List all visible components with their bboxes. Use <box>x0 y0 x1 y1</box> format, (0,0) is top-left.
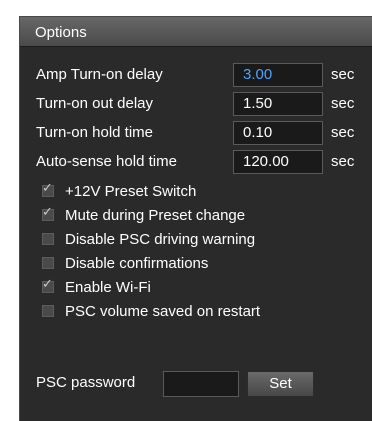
turn-on-out-delay-label: Turn-on out delay <box>36 95 154 112</box>
turn-on-out-delay-unit: sec <box>331 95 355 112</box>
checkbox-box[interactable] <box>42 257 54 269</box>
psc-password-input[interactable] <box>163 371 239 397</box>
checkbox-label: Disable confirmations <box>65 254 209 272</box>
checkbox-psc-volume-saved-on-restart[interactable]: PSC volume saved on restart <box>42 301 260 321</box>
checkmark-icon: ✓ <box>42 277 53 292</box>
checkbox-12v-preset-switch[interactable]: ✓ +12V Preset Switch <box>42 181 196 201</box>
amp-turn-on-delay-unit: sec <box>331 66 355 83</box>
checkbox-label: Mute during Preset change <box>65 206 246 224</box>
checkbox-label: +12V Preset Switch <box>65 182 197 200</box>
checkbox-label: Enable Wi-Fi <box>65 278 151 296</box>
checkbox-mute-during-preset-change[interactable]: ✓ Mute during Preset change <box>42 205 245 225</box>
checkmark-icon: ✓ <box>42 181 53 196</box>
checkmark-icon: ✓ <box>42 205 53 220</box>
auto-sense-hold-time-label: Auto-sense hold time <box>36 153 177 170</box>
turn-on-hold-time-label: Turn-on hold time <box>36 124 153 141</box>
checkbox-enable-wifi[interactable]: ✓ Enable Wi-Fi <box>42 277 151 297</box>
checkbox-box[interactable]: ✓ <box>42 277 54 293</box>
psc-password-label: PSC password <box>36 374 136 391</box>
checkbox-label: Disable PSC driving warning <box>65 230 256 248</box>
set-password-button[interactable]: Set <box>247 371 314 397</box>
amp-turn-on-delay-label: Amp Turn-on delay <box>36 66 163 83</box>
turn-on-hold-time-unit: sec <box>331 124 355 141</box>
turn-on-out-delay-input[interactable]: 1.50 <box>233 92 323 116</box>
checkbox-box[interactable]: ✓ <box>42 181 54 197</box>
turn-on-hold-time-input[interactable]: 0.10 <box>233 121 323 145</box>
checkbox-box[interactable] <box>42 233 54 245</box>
checkbox-disable-psc-driving-warning[interactable]: Disable PSC driving warning <box>42 229 255 249</box>
panel-header: Options <box>20 17 372 47</box>
panel-title: Options <box>35 24 87 41</box>
checkbox-box[interactable]: ✓ <box>42 205 54 221</box>
options-panel: Options Amp Turn-on delay 3.00 sec Turn-… <box>19 16 372 421</box>
auto-sense-hold-time-input[interactable]: 120.00 <box>233 150 323 174</box>
auto-sense-hold-time-unit: sec <box>331 153 355 170</box>
checkbox-disable-confirmations[interactable]: Disable confirmations <box>42 253 208 273</box>
checkbox-label: PSC volume saved on restart <box>65 302 261 320</box>
amp-turn-on-delay-input[interactable]: 3.00 <box>233 63 323 87</box>
checkbox-box[interactable] <box>42 305 54 317</box>
